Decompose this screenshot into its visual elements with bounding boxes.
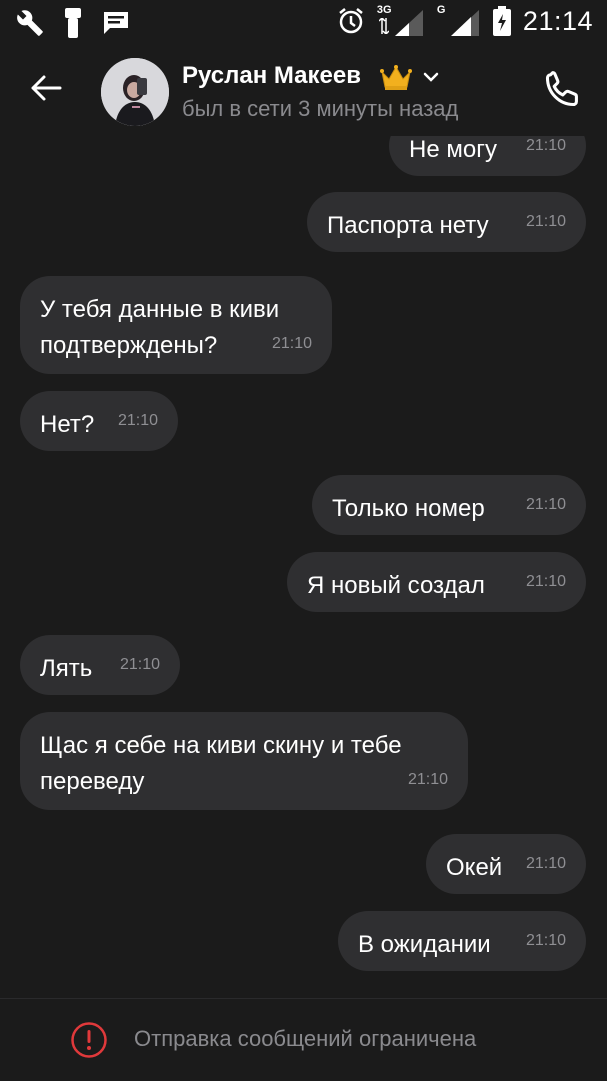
message-time: 21:10: [271, 335, 312, 352]
status-bar-left: [16, 8, 130, 38]
crown-icon: [380, 65, 412, 90]
message-time: 21:10: [525, 137, 566, 154]
call-button[interactable]: [540, 66, 586, 112]
chevron-down-icon[interactable]: [422, 70, 440, 84]
signal-3g-icon: 3G: [377, 4, 425, 38]
message-bubble-outgoing[interactable]: В ожидании 21:10: [338, 911, 586, 971]
message-text: Только номер: [332, 495, 485, 522]
message-text: Окей: [446, 854, 503, 881]
wrench-icon: [17, 10, 43, 36]
message-time: 21:10: [525, 496, 566, 513]
message-bubble-outgoing[interactable]: Окей 21:10: [426, 834, 586, 894]
net-g-label: G: [436, 4, 446, 16]
contact-name[interactable]: Руслан Макеев: [182, 62, 361, 90]
avatar-photo: [101, 58, 169, 126]
warning-icon: [71, 1022, 107, 1058]
clock: 21:14: [522, 5, 593, 36]
message-icon: [104, 12, 128, 34]
message-time: 21:10: [119, 656, 160, 673]
contact-status: был в сети 3 минуты назад: [182, 96, 459, 121]
message-time: 21:10: [117, 412, 158, 429]
message-time: 21:10: [525, 573, 566, 590]
signal-g-icon: G: [437, 4, 481, 38]
message-text: Я новый создал: [307, 572, 485, 599]
message-text: Лять: [40, 655, 93, 682]
alarm-icon: [339, 8, 363, 34]
message-text: В ожидании: [358, 931, 491, 958]
phone-icon: [545, 71, 578, 107]
message-text: Не могу: [409, 136, 497, 163]
message-bubble-outgoing[interactable]: Я новый создал 21:10: [287, 552, 586, 612]
battery-icon: [492, 6, 511, 36]
message-time: 21:10: [525, 932, 566, 949]
message-bubble-outgoing[interactable]: Паспорта нету 21:10: [307, 192, 586, 252]
net-3g-label: 3G: [376, 4, 392, 16]
status-bar-right: 3G G 21:14: [337, 4, 593, 38]
chat-header: Руслан Макеев был в сети 3 минуты назад: [0, 44, 607, 136]
back-button[interactable]: [26, 68, 66, 108]
message-text: Нет?: [40, 411, 95, 438]
message-text: Паспорта нету: [327, 212, 489, 239]
message-bubble-incoming[interactable]: У тебя данные в киви подтверждены? 21:10: [20, 276, 332, 374]
message-bubble-incoming[interactable]: Нет? 21:10: [20, 391, 178, 451]
messaging-restricted-bar: Отправка сообщений ограничена: [0, 998, 607, 1081]
message-bubble-incoming[interactable]: Щас я себе на киви скину и тебе переведу…: [20, 712, 468, 810]
avatar[interactable]: [101, 58, 169, 126]
arrow-left-icon: [31, 75, 62, 101]
message-time: 21:10: [525, 855, 566, 872]
message-time: 21:10: [407, 771, 448, 788]
message-bubble-outgoing[interactable]: Только номер 21:10: [312, 475, 586, 535]
usb-icon: [65, 8, 81, 38]
message-list[interactable]: Не могу 21:10 Паспорта нету 21:10 У тебя…: [0, 136, 607, 998]
message-time: 21:10: [525, 213, 566, 230]
restriction-text: Отправка сообщений ограничена: [134, 1026, 477, 1051]
status-bar: 3G G 21:14: [0, 0, 607, 44]
message-text: У тебя данные в киви подтверждены?: [40, 296, 280, 359]
message-bubble-outgoing[interactable]: Не могу 21:10: [389, 136, 586, 176]
message-bubble-incoming[interactable]: Лять 21:10: [20, 635, 180, 695]
message-text: Щас я себе на киви скину и тебе переведу: [40, 732, 402, 795]
